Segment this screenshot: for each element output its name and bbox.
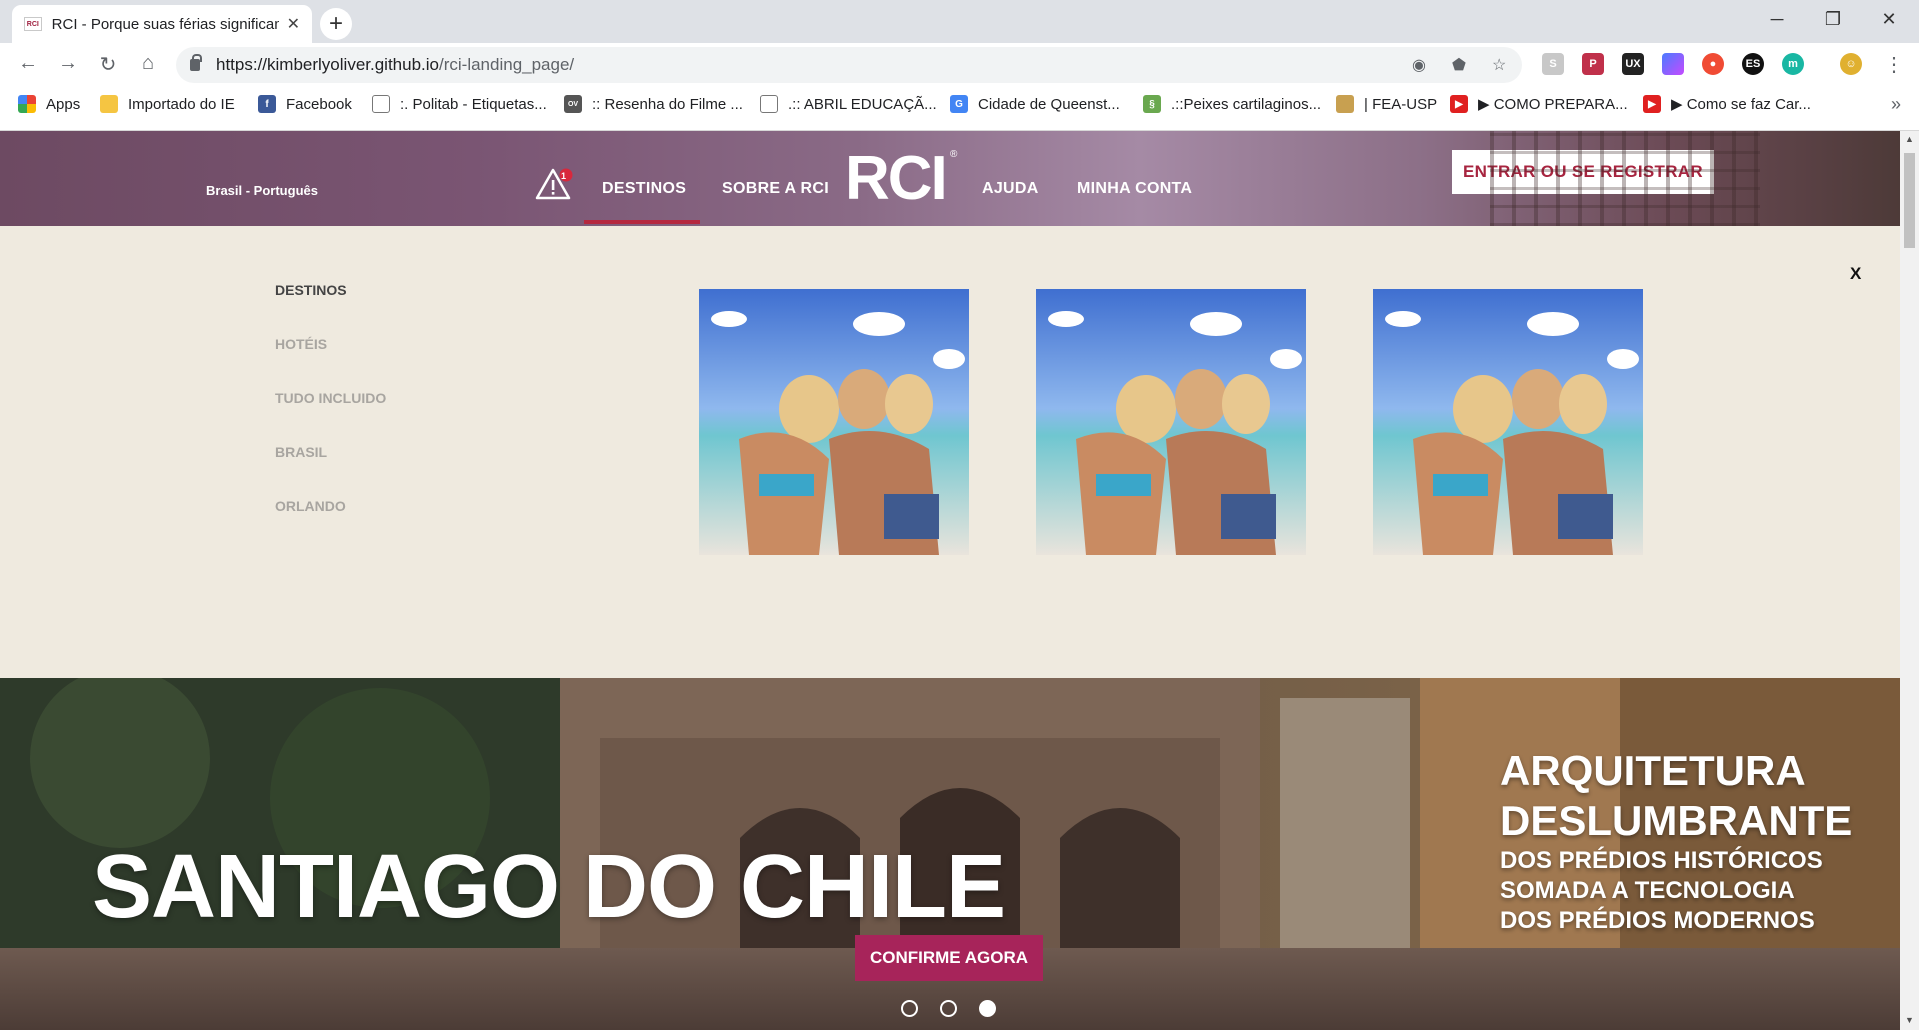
nav-active-indicator <box>584 220 700 224</box>
new-tab-button[interactable]: + <box>320 8 352 40</box>
pocket-extension-icon[interactable]: P <box>1582 53 1604 75</box>
folder-icon <box>100 95 118 113</box>
menu-item-hoteis[interactable]: HOTÉIS <box>275 336 327 352</box>
google-icon: G <box>950 95 968 113</box>
carousel-dots <box>901 1000 996 1017</box>
hero-carousel: SANTIAGO DO CHILE CONFIRME AGORA ARQUITE… <box>0 678 1900 1030</box>
destination-photo[interactable] <box>699 289 969 555</box>
confirm-now-button[interactable]: CONFIRME AGORA <box>855 935 1043 981</box>
back-icon[interactable]: ← <box>14 52 42 75</box>
browser-tab[interactable]: RCI RCI - Porque suas férias significam … <box>12 5 312 43</box>
facebook-icon: f <box>258 95 276 113</box>
carousel-dot-3[interactable] <box>979 1000 996 1017</box>
home-icon[interactable]: ⌂ <box>134 52 162 75</box>
scroll-down-icon[interactable]: ▼ <box>1905 1015 1914 1025</box>
more-bookmarks-icon[interactable]: » <box>1891 94 1901 115</box>
window-close-icon[interactable]: ✕ <box>1862 4 1916 34</box>
hero-side-line: DESLUMBRANTE <box>1500 797 1853 844</box>
reload-icon[interactable]: ↻ <box>94 52 122 77</box>
login-register-button[interactable]: ENTRAR OU SE REGISTRAR <box>1452 150 1714 194</box>
destination-photo[interactable] <box>1036 289 1306 555</box>
lock-icon <box>190 54 202 71</box>
bookmark-como-prepara[interactable]: ▶ ▶ COMO PREPARA... <box>1450 95 1628 113</box>
address-bar[interactable]: https://kimberlyoliver.github.io/rci-lan… <box>176 47 1522 83</box>
fea-icon <box>1336 95 1354 113</box>
hero-side-line: DOS PRÉDIOS HISTÓRICOS <box>1500 847 1823 874</box>
shield-icon[interactable]: ⬟ <box>1452 55 1466 75</box>
site-icon: OV <box>564 95 582 113</box>
fish-icon: § <box>1143 95 1161 113</box>
beach-people-image <box>699 289 969 555</box>
nav-minha-conta[interactable]: MINHA CONTA <box>1077 180 1192 198</box>
bookmark-importado[interactable]: Importado do IE <box>100 95 235 113</box>
minimize-icon[interactable]: ─ <box>1750 4 1804 34</box>
star-icon[interactable]: ☆ <box>1492 55 1506 75</box>
youtube-icon: ▶ <box>1643 95 1661 113</box>
rci-favicon-icon: RCI <box>24 17 42 31</box>
bookmark-apps[interactable]: Apps <box>18 95 80 113</box>
bookmarks-bar: Apps Importado do IE f Facebook :. Polita… <box>0 86 1919 131</box>
bookmark-peixes[interactable]: § .::Peixes cartilaginos... <box>1143 95 1321 113</box>
nav-destinos[interactable]: DESTINOS <box>602 180 686 198</box>
page: Brasil - Português 1 DESTINOS SOBRE A RC… <box>0 131 1900 1030</box>
color-extension-icon[interactable] <box>1662 53 1684 75</box>
bookmark-como-se-faz[interactable]: ▶ ▶ Como se faz Car... <box>1643 95 1811 113</box>
menu-item-destinos[interactable]: DESTINOS <box>275 282 347 298</box>
bookmark-fea[interactable]: | FEA-USP <box>1336 95 1437 113</box>
scroll-up-icon[interactable]: ▲ <box>1905 134 1914 144</box>
teal-extension-icon[interactable]: m <box>1782 53 1804 75</box>
close-dropdown-button[interactable]: X <box>1850 264 1861 284</box>
menu-dots-icon[interactable]: ⋮ <box>1880 52 1908 77</box>
skype-extension-icon[interactable]: S <box>1542 53 1564 75</box>
avatar[interactable]: ☺ <box>1840 53 1862 75</box>
nav-ajuda[interactable]: AJUDA <box>982 180 1039 198</box>
hero-side-text: ARQUITETURA DESLUMBRANTE DOS PRÉDIOS HIS… <box>1500 746 1852 936</box>
locale-selector[interactable]: Brasil - Português <box>206 183 318 198</box>
apps-grid-icon <box>18 95 36 113</box>
browser-tab-bar: RCI RCI - Porque suas férias significam … <box>0 0 1919 43</box>
page-icon <box>372 95 390 113</box>
translate-icon[interactable]: ◉ <box>1412 55 1426 75</box>
page-scrollbar[interactable]: ▲ ▼ <box>1900 131 1919 1030</box>
youtube-icon: ▶ <box>1450 95 1468 113</box>
rci-logo[interactable]: RCI <box>845 143 948 214</box>
menu-item-tudo-incluido[interactable]: TUDO INCLUIDO <box>275 390 386 406</box>
logo-registered-mark: ® <box>950 149 958 160</box>
forward-icon[interactable]: → <box>54 52 82 75</box>
page-icon <box>760 95 778 113</box>
beach-people-image <box>1036 289 1306 555</box>
menu-item-orlando[interactable]: ORLANDO <box>275 498 346 514</box>
bookmark-politab[interactable]: :. Politab - Etiquetas... <box>372 95 547 113</box>
restore-icon[interactable]: ❐ <box>1806 4 1860 34</box>
site-header: Brasil - Português 1 DESTINOS SOBRE A RC… <box>0 131 1900 226</box>
scroll-thumb[interactable] <box>1904 153 1915 248</box>
hero-side-line: SOMADA A TECNOLOGIA <box>1500 877 1795 904</box>
nav-sobre-rci[interactable]: SOBRE A RCI <box>722 180 829 198</box>
tab-close-icon[interactable]: ✕ <box>287 14 300 34</box>
destination-photo[interactable] <box>1373 289 1643 555</box>
tab-title: RCI - Porque suas férias significam <box>51 15 279 33</box>
destinos-dropdown: DESTINOS HOTÉIS TUDO INCLUIDO BRASIL ORL… <box>0 226 1900 678</box>
bookmark-resenha[interactable]: OV:: Resenha do Filme ... <box>564 95 743 113</box>
hero-side-line: DOS PRÉDIOS MODERNOS <box>1500 907 1815 934</box>
hero-title: SANTIAGO DO CHILE <box>92 837 1006 937</box>
red-extension-icon[interactable]: ● <box>1702 53 1724 75</box>
carousel-dot-1[interactable] <box>901 1000 918 1017</box>
menu-item-brasil[interactable]: BRASIL <box>275 444 327 460</box>
alert-icon[interactable] <box>535 167 575 201</box>
bookmark-queenstown[interactable]: G Cidade de Queenst... <box>950 95 1120 113</box>
bookmark-abril[interactable]: .:: ABRIL EDUCAÇÃ... <box>760 95 937 113</box>
hero-side-line: ARQUITETURA <box>1500 747 1806 794</box>
alert-count-badge: 1 <box>561 171 567 181</box>
browser-toolbar: ← → ↻ ⌂ https://kimberlyoliver.github.io… <box>0 43 1919 86</box>
es-extension-icon[interactable]: ES <box>1742 53 1764 75</box>
carousel-dot-2[interactable] <box>940 1000 957 1017</box>
url-text: https://kimberlyoliver.github.io/rci-lan… <box>216 55 575 74</box>
beach-people-image <box>1373 289 1643 555</box>
ux-extension-icon[interactable]: UX <box>1622 53 1644 75</box>
bookmark-facebook[interactable]: f Facebook <box>258 95 352 113</box>
